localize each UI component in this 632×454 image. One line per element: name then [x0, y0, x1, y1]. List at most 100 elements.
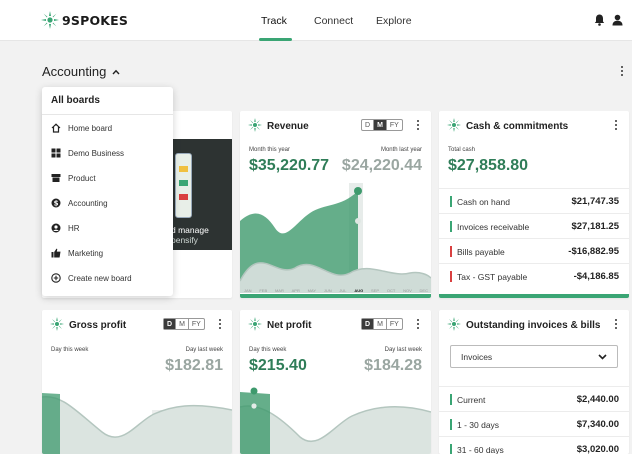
outstanding-row: 31 - 60 days $3,020.00: [439, 436, 629, 454]
gross-period-toggle[interactable]: D M FY: [163, 318, 205, 330]
period-d[interactable]: D: [164, 319, 176, 329]
month-jun: JUN: [323, 288, 332, 293]
chevron-down-icon: [598, 354, 607, 360]
period-fy[interactable]: FY: [385, 120, 402, 130]
spokes-icon: [50, 317, 64, 331]
revenue-card: Revenue D M FY Month this year Month las…: [240, 111, 431, 298]
create-new-board[interactable]: Create new board: [42, 266, 173, 290]
outstanding-row: Current $2,440.00: [439, 386, 629, 411]
nav-track[interactable]: Track: [261, 15, 287, 27]
revenue-current-value: $35,220.77: [249, 157, 330, 174]
phone-illustration: [175, 153, 192, 218]
period-m[interactable]: M: [175, 319, 188, 329]
brand-logo[interactable]: 9SPOKES: [41, 11, 128, 29]
period-d[interactable]: D: [362, 120, 373, 130]
period-m[interactable]: M: [373, 319, 386, 329]
cash-menu-icon[interactable]: [615, 120, 618, 132]
month-sep: SEP: [371, 288, 380, 293]
gross-previous-label: Day last week: [185, 347, 223, 353]
outstanding-title: Outstanding invoices & bills: [466, 320, 601, 331]
period-m[interactable]: M: [373, 120, 386, 130]
revenue-footer-bar: [240, 294, 431, 298]
month-mar: MAR: [274, 288, 284, 293]
cash-row: Invoices receivable $27,181.25: [439, 213, 629, 238]
period-d[interactable]: D: [362, 319, 374, 329]
cash-row: Bills payable -$16,882.95: [439, 238, 629, 263]
dashboard-selector[interactable]: Accounting: [42, 64, 120, 79]
outstanding-menu-icon[interactable]: [615, 319, 618, 331]
revenue-chart: [240, 183, 431, 298]
revenue-previous-value: $24,220.44: [341, 157, 422, 174]
board-item-product[interactable]: Product: [42, 166, 173, 190]
gross-profit-title: Gross profit: [69, 320, 127, 331]
month-dec: DEC: [419, 288, 428, 293]
period-fy[interactable]: FY: [385, 319, 402, 329]
revenue-period-toggle[interactable]: D M FY: [361, 119, 403, 131]
board-item-marketing[interactable]: Marketing: [42, 241, 173, 265]
board-item-accounting[interactable]: $ Accounting: [42, 191, 173, 215]
month-may: MAY: [307, 288, 317, 293]
dashboard-title: Accounting: [42, 64, 107, 79]
total-cash-label: Total cash: [448, 147, 476, 153]
gross-profit-card: Gross profit D M FY Day this week Day la…: [42, 310, 232, 454]
promo-image: d manage pensify: [168, 139, 232, 250]
thumbs-up-icon: [51, 248, 61, 258]
plus-circle-icon: [51, 273, 61, 283]
spokes-icon: [248, 317, 262, 331]
month-apr: APR: [291, 288, 300, 293]
cash-footer-bar: [439, 294, 629, 298]
revenue-current-label: Month this year: [249, 147, 291, 153]
revenue-point-current: [354, 187, 362, 195]
revenue-previous-label: Month last year: [380, 147, 422, 153]
gross-current-label: Day this week: [51, 347, 89, 353]
invoices-select[interactable]: Invoices: [450, 345, 618, 368]
net-current-value: $215.40: [249, 357, 307, 374]
dropdown-heading: All boards: [51, 95, 100, 106]
person-icon: [51, 223, 61, 233]
board-item-home[interactable]: Home board: [42, 116, 173, 140]
revenue-menu-icon[interactable]: [417, 120, 420, 132]
cash-row: Tax - GST payable -$4,186.85: [439, 263, 629, 288]
month-jan: JAN: [244, 288, 252, 293]
product-icon: [51, 173, 61, 183]
month-oct: OCT: [386, 288, 396, 293]
total-cash-value: $27,858.80: [448, 157, 529, 174]
dashboard-menu-icon[interactable]: [621, 66, 624, 78]
outstanding-card: Outstanding invoices & bills Invoices Cu…: [439, 310, 629, 454]
board-item-hr[interactable]: HR: [42, 216, 173, 240]
spokes-icon: [447, 118, 461, 132]
bell-icon[interactable]: [594, 14, 605, 26]
net-profit-chart: [240, 387, 431, 454]
top-bar: 9SPOKES Track Connect Explore: [0, 0, 632, 41]
revenue-title: Revenue: [267, 121, 309, 132]
user-icon[interactable]: [612, 14, 623, 26]
nav-connect[interactable]: Connect: [314, 15, 353, 27]
chevron-up-icon: [112, 69, 120, 74]
net-menu-icon[interactable]: [417, 319, 420, 331]
spokes-icon: [447, 317, 461, 331]
period-fy[interactable]: FY: [187, 319, 204, 329]
net-profit-card: Net profit D M FY Day this week Day last…: [240, 310, 431, 454]
cash-card: Cash & commitments Total cash $27,858.80…: [439, 111, 629, 298]
select-value: Invoices: [461, 352, 493, 362]
active-tab-indicator: [259, 38, 292, 41]
promo-text: d manage pensify: [171, 225, 209, 245]
revenue-month-axis: JAN FEB MAR APR MAY JUN JUL AUG SEP OCT …: [244, 288, 428, 293]
dollar-icon: $: [51, 198, 61, 208]
net-period-toggle[interactable]: D M FY: [361, 318, 403, 330]
spokes-logo-icon: [41, 11, 59, 29]
revenue-point-previous: [355, 218, 361, 224]
spokes-icon: [248, 118, 262, 132]
gross-profit-chart: [42, 393, 232, 454]
brand-name: 9SPOKES: [62, 12, 129, 28]
outstanding-row: 1 - 30 days $7,340.00: [439, 411, 629, 436]
net-previous-value: $184.28: [364, 357, 422, 374]
net-current-label: Day this week: [249, 347, 287, 353]
board-item-demo-business[interactable]: Demo Business: [42, 141, 173, 165]
gross-menu-icon[interactable]: [219, 319, 222, 331]
grid-icon: [51, 148, 61, 158]
boards-dropdown: All boards Home board Demo Business Prod…: [42, 87, 173, 296]
nav-explore[interactable]: Explore: [376, 15, 412, 27]
month-feb: FEB: [259, 288, 268, 293]
dropdown-divider: [42, 114, 173, 115]
